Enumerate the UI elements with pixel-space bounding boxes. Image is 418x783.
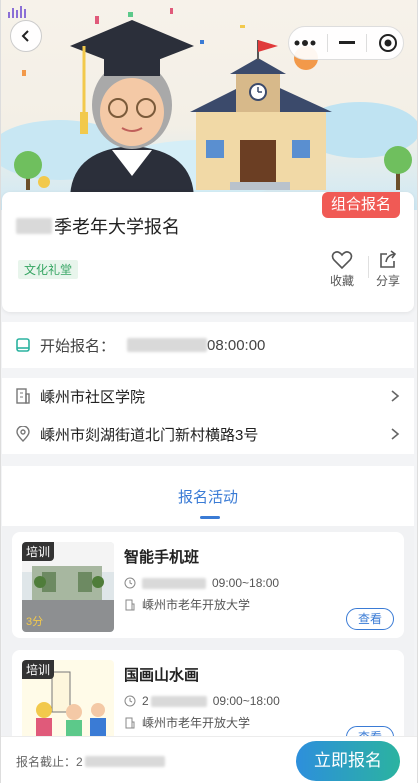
redacted-text <box>16 218 52 234</box>
organizer-row[interactable]: 嵊州市社区学院 <box>2 378 414 414</box>
capsule-divider <box>365 34 367 52</box>
redacted-date <box>84 756 165 767</box>
course-time: 09:00~18:00 <box>212 576 280 590</box>
location-pin-icon <box>14 425 32 443</box>
course-time-line: 09:00~18:00 <box>124 576 279 590</box>
redacted-date <box>127 338 208 352</box>
hero-banner <box>0 0 418 210</box>
course-type-tag: 培训 <box>22 542 55 561</box>
registration-start-row: 开始报名： 08:00:00 <box>2 322 414 368</box>
chevron-right-icon <box>391 390 400 402</box>
address-text: 嵊州市剡湖街道北门新村横路3号 <box>40 426 259 444</box>
course-duration: 3分 <box>26 616 44 628</box>
course-card[interactable]: 培训 国画山水画 2 09:00~18:00 嵊州市老年开放大学 查看 <box>12 650 404 736</box>
bottom-action-bar: 报名截止： 2 立即报名 <box>0 736 418 783</box>
more-icon[interactable] <box>294 39 316 47</box>
organizer-name: 嵊州市社区学院 <box>40 388 146 406</box>
course-type-tag: 培训 <box>22 660 55 679</box>
share-button[interactable]: 分享 <box>376 250 400 289</box>
redacted-date <box>142 577 206 589</box>
chevron-right-icon <box>391 428 400 440</box>
course-place: 嵊州市老年开放大学 <box>142 598 251 612</box>
tab-underline <box>200 516 220 519</box>
share-icon <box>380 250 397 268</box>
building-icon <box>125 717 135 728</box>
course-time: 09:00~18:00 <box>212 694 280 708</box>
redacted-date <box>150 695 207 707</box>
favorite-button[interactable]: 收藏 <box>330 250 354 289</box>
view-course-button[interactable]: 查看 <box>346 726 394 736</box>
favorite-label: 收藏 <box>330 274 355 288</box>
course-card[interactable]: 培训 3分 智能手机班 09:00~18:00 嵊州市老年开放大学 查看 <box>12 532 404 638</box>
back-button[interactable] <box>10 20 42 52</box>
course-name: 国画山水画 <box>124 667 200 684</box>
share-label: 分享 <box>376 274 401 288</box>
book-icon <box>14 336 32 354</box>
combo-registration-tag: 组合报名 <box>321 192 400 218</box>
view-course-button[interactable]: 查看 <box>346 608 394 630</box>
event-info-card: 组合报名 季老年大学报名 文化礼堂 收藏 分享 <box>2 192 414 312</box>
deadline-label: 报名截止： <box>16 755 77 769</box>
capsule-divider <box>327 34 329 52</box>
close-target-icon[interactable] <box>378 33 398 53</box>
chevron-left-icon <box>21 30 29 42</box>
action-divider <box>368 256 369 278</box>
course-list: 培训 3分 智能手机班 09:00~18:00 嵊州市老年开放大学 查看 培训 … <box>2 526 414 736</box>
course-name: 智能手机班 <box>124 549 200 566</box>
start-label: 开始报名： <box>40 337 116 355</box>
course-thumbnail: 培训 <box>22 660 114 736</box>
activity-section-header: 报名活动 <box>2 466 414 526</box>
course-place: 嵊州市老年开放大学 <box>142 716 251 730</box>
signup-now-button[interactable]: 立即报名 <box>296 741 400 781</box>
course-thumbnail: 培训 3分 <box>22 542 114 632</box>
building-icon <box>14 387 32 405</box>
address-row[interactable]: 嵊州市剡湖街道北门新村横路3号 <box>2 414 414 454</box>
course-date-prefix: 2 <box>142 694 149 708</box>
course-place-line: 嵊州市老年开放大学 <box>124 596 250 613</box>
building-icon <box>125 599 135 610</box>
category-tag: 文化礼堂 <box>18 260 79 279</box>
course-time-line: 2 09:00~18:00 <box>124 694 280 708</box>
clock-icon <box>124 577 136 589</box>
miniprogram-capsule <box>288 26 404 60</box>
status-bars-icon <box>8 6 26 18</box>
minimize-icon[interactable] <box>338 41 355 45</box>
deadline-line: 报名截止： 2 <box>16 753 165 770</box>
deadline-prefix: 2 <box>76 754 83 769</box>
heart-icon <box>331 251 353 270</box>
event-title-text: 季老年大学报名 <box>54 217 180 237</box>
clock-icon <box>124 695 136 707</box>
tab-signup-activities[interactable]: 报名活动 <box>2 466 414 507</box>
course-place-line: 嵊州市老年开放大学 <box>124 714 250 731</box>
start-time: 08:00:00 <box>207 336 266 354</box>
event-title: 季老年大学报名 <box>16 213 180 239</box>
